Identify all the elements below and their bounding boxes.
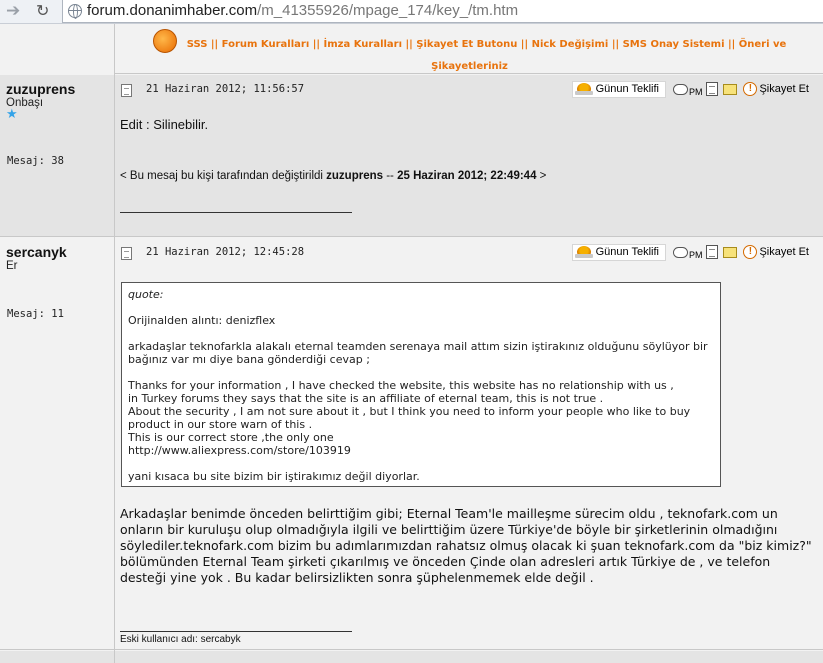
browser-toolbar: ➔ ↻ forum.donanimhaber.com/m_41355926/mp… [0, 0, 823, 24]
pm-label[interactable]: PM [689, 250, 703, 260]
warning-icon[interactable]: ! [743, 245, 758, 259]
report-label[interactable]: Şikayet Et [759, 246, 809, 258]
username[interactable]: sercanyk [6, 244, 108, 260]
daily-offer-button[interactable]: Günun Teklifi [571, 80, 666, 98]
signature-divider [120, 631, 352, 632]
quote-box: quote: Orijinalden alıntı: denizflex ark… [121, 282, 721, 487]
back-arrow-icon[interactable]: ➔ [6, 1, 20, 21]
post-body: Arkadaşlar benimde önceden belirttiğim g… [120, 506, 812, 585]
offer-icon [574, 246, 593, 258]
post-header: 21 Haziran 2012; 12:45:28 Günun Teklifi … [115, 238, 823, 266]
message-count: Mesaj: 38 [7, 155, 64, 167]
edit-note-date: 25 Haziran 2012; 22:49:44 [397, 170, 537, 182]
reload-icon[interactable]: ↻ [36, 1, 49, 21]
warning-icon[interactable]: ! [743, 82, 758, 96]
rank-star-icon: ★ [6, 107, 18, 122]
offer-icon [574, 83, 593, 95]
user-rank: Onbaşı [6, 97, 44, 109]
quote-para2-line3: About the security , I am not sure about… [128, 405, 691, 431]
report-label[interactable]: Şikayet Et [759, 83, 809, 95]
globe-icon [68, 4, 82, 19]
quote-para2-line4: This is our correct store ,the only one [128, 431, 334, 444]
post-author-cell: sercanyk Er Mesaj: 11 [0, 238, 114, 649]
forum-links-row: SSS || Forum Kuralları || İmza Kuralları… [0, 24, 823, 74]
folder-icon[interactable] [723, 83, 738, 95]
user-rank: Er [6, 260, 18, 272]
offer-label: Günun Teklifi [595, 246, 659, 258]
post-document-icon [121, 84, 132, 97]
quote-page-icon[interactable] [706, 245, 719, 259]
username[interactable]: zuzuprens [6, 81, 108, 97]
signature-divider [120, 212, 352, 213]
edit-note-user: zuzuprens [326, 170, 384, 182]
quote-page-icon[interactable] [706, 82, 719, 96]
folder-icon[interactable] [723, 246, 738, 258]
post-content-cell: 21 Haziran 2012; 11:56:57 Günun Teklifi … [115, 75, 823, 236]
post-date: 21 Haziran 2012; 12:45:28 [146, 246, 305, 258]
daily-offer-button[interactable]: Günun Teklifi [571, 243, 666, 261]
quote-link[interactable]: http://www.aliexpress.com/store/103919 [128, 444, 714, 457]
pm-icon[interactable] [672, 83, 688, 95]
signature-text: Eski kullanıcı adı: sercabyk [120, 634, 241, 645]
url-host: forum.donanimhaber.com [87, 2, 258, 19]
quote-para2-line1: Thanks for your information , I have che… [128, 379, 674, 392]
quote-source: Orijinalden alıntı: denizflex [128, 314, 276, 327]
post-document-icon [121, 247, 132, 260]
post-tools: Günun Teklifi PM ! Şikayet Et [571, 243, 809, 261]
pm-label[interactable]: PM [689, 87, 703, 97]
quote-para1: arkadaşlar teknofarkla alakalı eternal t… [128, 340, 708, 366]
url-path: /m_41355926/mpage_174/key_/tm.htm [257, 2, 519, 19]
address-bar[interactable]: forum.donanimhaber.com/m_41355926/mpage_… [62, 0, 823, 23]
edit-note: < Bu mesaj bu kişi tarafından değiştiril… [120, 170, 547, 182]
pm-icon[interactable] [672, 246, 688, 258]
post-date: 21 Haziran 2012; 11:56:57 [146, 83, 305, 95]
forum-links-line1[interactable]: SSS || Forum Kuralları || İmza Kuralları… [187, 39, 787, 50]
column-divider [114, 24, 115, 663]
forum-content: SSS || Forum Kuralları || İmza Kuralları… [0, 24, 823, 663]
offer-label: Günun Teklifi [595, 83, 659, 95]
post-tools: Günun Teklifi PM ! Şikayet Et [571, 80, 809, 98]
forum-links[interactable]: SSS || Forum Kuralları || İmza Kuralları… [116, 29, 823, 78]
quote-label: quote: [128, 288, 164, 301]
quote-para2-line2: in Turkey forums they says that the site… [128, 392, 604, 405]
post-header: 21 Haziran 2012; 11:56:57 Günun Teklifi … [115, 75, 823, 103]
post-zuzuprens: zuzuprens Onbaşı ★ Mesaj: 38 21 Haziran … [0, 75, 823, 237]
message-count: Mesaj: 11 [7, 308, 64, 320]
forum-links-line2[interactable]: Şikayetleriniz [431, 61, 508, 72]
post-author-cell: zuzuprens Onbaşı ★ Mesaj: 38 [0, 75, 114, 236]
post-sercanyk: sercanyk Er Mesaj: 11 21 Haziran 2012; 1… [0, 238, 823, 650]
post-body: Edit : Silinebilir. [120, 117, 209, 132]
next-post-partial [0, 651, 823, 663]
quote-para3: yani kısaca bu site bizim bir iştirakımı… [128, 470, 420, 483]
site-logo-icon [152, 29, 177, 53]
post-content-cell: 21 Haziran 2012; 12:45:28 Günun Teklifi … [115, 238, 823, 649]
